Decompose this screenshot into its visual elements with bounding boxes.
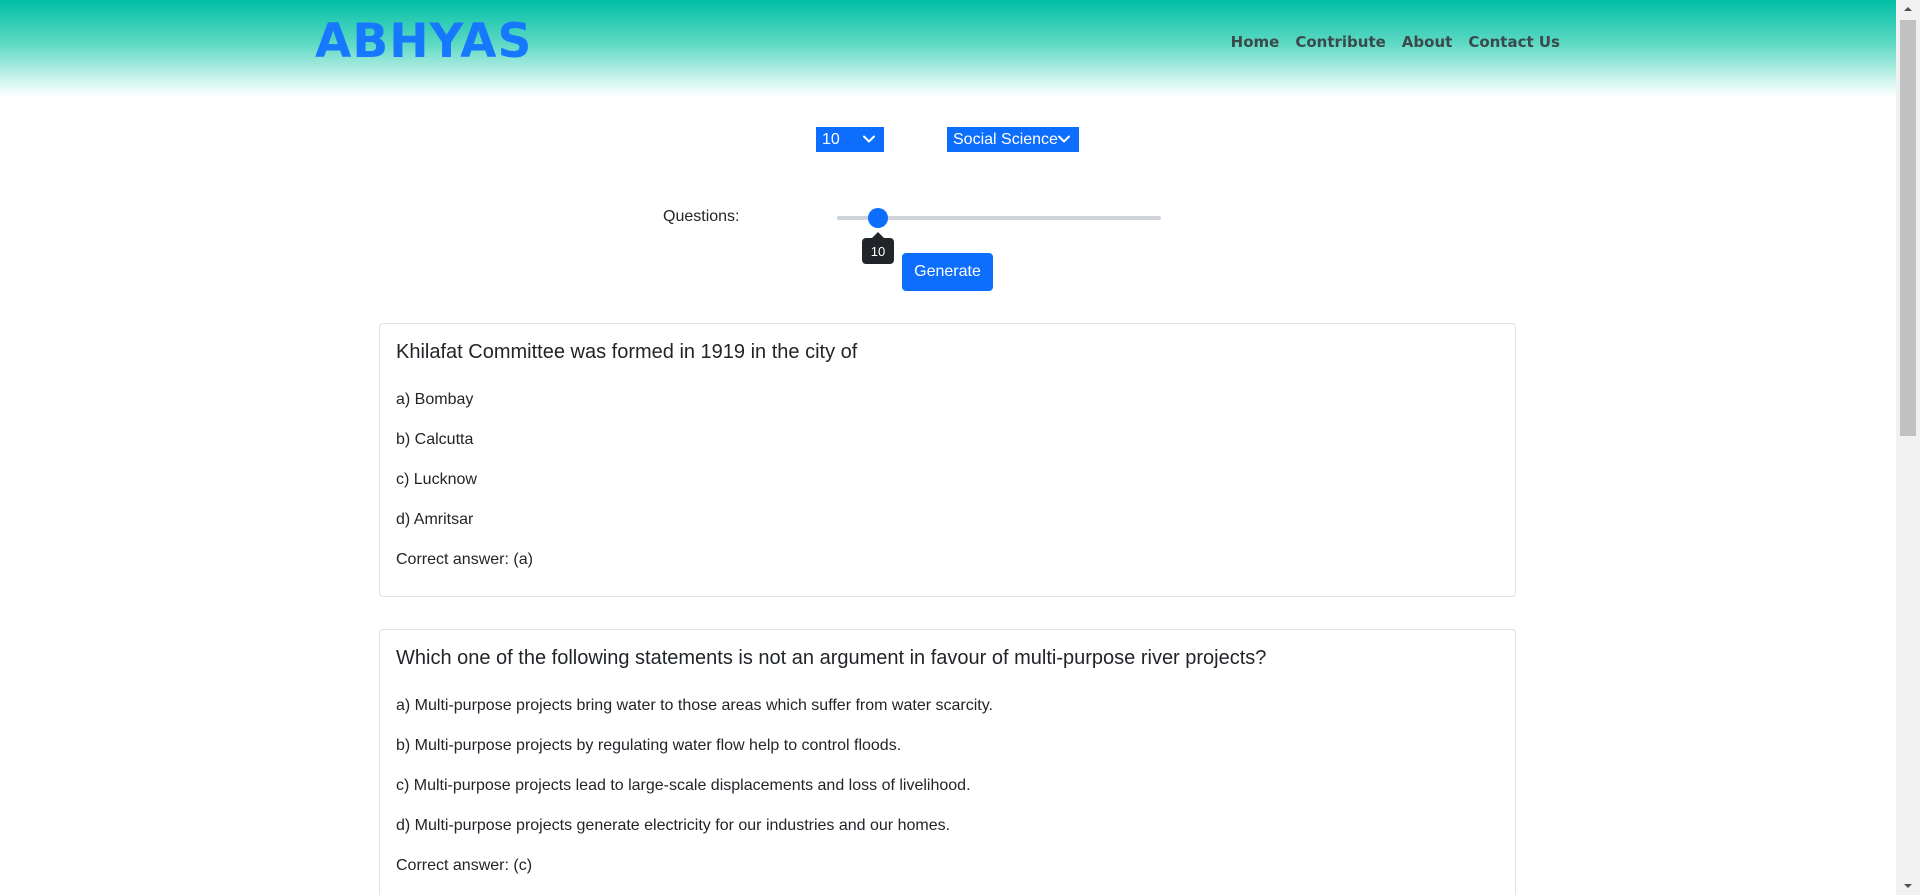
- question-text: Which one of the following statements is…: [396, 647, 1267, 669]
- question-card: Khilafat Committee was formed in 1919 in…: [379, 323, 1516, 597]
- scroll-up-arrow-icon[interactable]: [1896, 0, 1920, 18]
- nav-contribute-link[interactable]: Contribute: [1295, 33, 1385, 51]
- generate-button[interactable]: Generate: [902, 253, 993, 291]
- option-a: a) Bombay: [396, 391, 474, 408]
- option-b: b) Multi-purpose projects by regulating …: [396, 737, 902, 754]
- subject-select-value: Social Science: [953, 130, 1058, 148]
- page-scrollbar[interactable]: [1896, 0, 1920, 895]
- scroll-down-arrow-icon[interactable]: [1896, 877, 1920, 895]
- questions-slider[interactable]: 10: [837, 208, 1161, 264]
- grade-select[interactable]: 10: [816, 127, 884, 152]
- main-nav: Home Contribute About Contact Us: [1231, 33, 1560, 51]
- correct-answer: Correct answer: (c): [396, 857, 533, 874]
- option-a: a) Multi-purpose projects bring water to…: [396, 697, 993, 714]
- slider-thumb[interactable]: [868, 208, 888, 228]
- option-c: c) Multi-purpose projects lead to large-…: [396, 777, 971, 794]
- option-d: d) Multi-purpose projects generate elect…: [396, 817, 951, 834]
- option-c: c) Lucknow: [396, 471, 477, 488]
- option-d: d) Amritsar: [396, 511, 474, 528]
- questions-label: Questions:: [663, 208, 740, 225]
- nav-contact-link[interactable]: Contact Us: [1468, 33, 1560, 51]
- site-logo[interactable]: ABHYAS: [315, 14, 532, 69]
- chevron-down-icon: [863, 135, 875, 143]
- option-b: b) Calcutta: [396, 431, 474, 448]
- question-card: Which one of the following statements is…: [379, 629, 1516, 895]
- scrollbar-thumb[interactable]: [1900, 20, 1916, 436]
- correct-answer: Correct answer: (a): [396, 551, 533, 568]
- grade-select-value: 10: [822, 130, 840, 148]
- question-text: Khilafat Committee was formed in 1919 in…: [396, 341, 858, 363]
- nav-home-link[interactable]: Home: [1231, 33, 1280, 51]
- nav-about-link[interactable]: About: [1402, 33, 1453, 51]
- chevron-down-icon: [1058, 135, 1070, 143]
- site-header: ABHYAS Home Contribute About Contact Us: [0, 0, 1896, 98]
- slider-value-tooltip: 10: [862, 232, 894, 264]
- subject-select[interactable]: Social Science: [947, 127, 1079, 152]
